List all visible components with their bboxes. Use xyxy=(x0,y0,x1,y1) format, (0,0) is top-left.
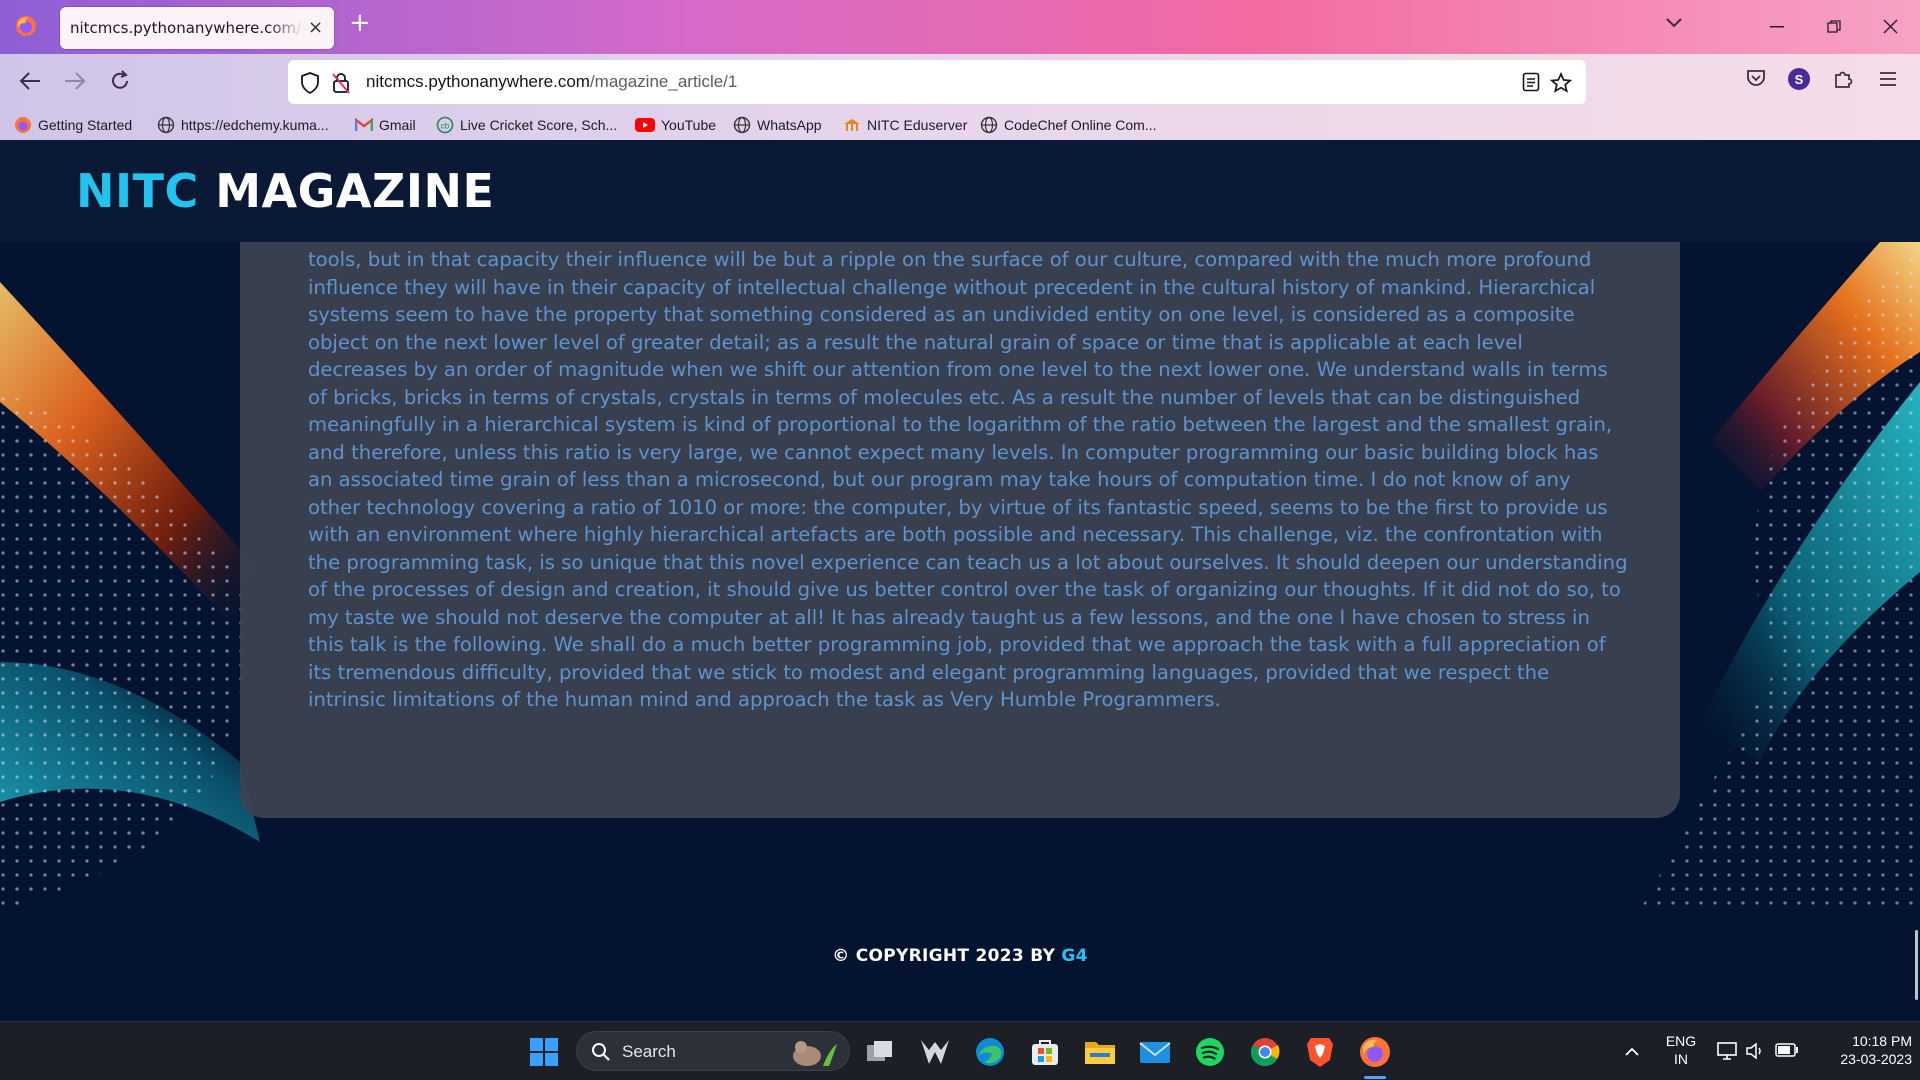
clock-date: 23-03-2023 xyxy=(1840,1051,1912,1067)
language-indicator[interactable]: ENG IN xyxy=(1664,1032,1698,1068)
windows-taskbar: Search ENG IN 10:18 PM 23-03-2023 xyxy=(0,1021,1920,1080)
gmail-icon xyxy=(355,118,373,131)
clock[interactable]: 10:18 PM 23-03-2023 xyxy=(1812,1032,1912,1068)
article-card: tools, but in that capacity their influe… xyxy=(240,242,1680,818)
bookmark-youtube[interactable]: YouTube xyxy=(635,114,716,136)
site-footer: © COPYRIGHT 2023 BY G4 xyxy=(0,910,1920,1021)
bookmark-label: NITC Eduserver xyxy=(867,117,968,133)
bookmark-nitc-eduserver[interactable]: NITC Eduserver xyxy=(843,114,967,136)
navigation-toolbar: nitcmcs.pythonanywhere.com/magazine_arti… xyxy=(0,54,1920,110)
chrome-icon[interactable] xyxy=(1247,1034,1283,1070)
bookmarks-toolbar: Getting Started https://edchemy.kuma... … xyxy=(0,110,1920,140)
firefox-taskbar-icon[interactable] xyxy=(1357,1034,1393,1070)
site-header: NITC MAGAZINE xyxy=(0,140,1920,242)
globe-icon xyxy=(157,116,175,134)
network-icon[interactable] xyxy=(1717,1041,1739,1061)
copyright-prefix: © COPYRIGHT 2023 BY xyxy=(832,946,1062,966)
mail-icon[interactable] xyxy=(1137,1034,1173,1070)
predator-app-icon[interactable] xyxy=(917,1034,953,1070)
bookmark-whatsapp[interactable]: WhatsApp xyxy=(733,114,822,136)
firefox-icon xyxy=(15,117,31,133)
forward-arrow-icon[interactable] xyxy=(63,70,87,92)
svg-text:cb: cb xyxy=(441,122,450,131)
page-scrollbar[interactable] xyxy=(1915,930,1918,1000)
brave-icon[interactable] xyxy=(1302,1034,1338,1070)
youtube-icon xyxy=(635,118,655,132)
windows-start-icon[interactable] xyxy=(526,1034,562,1070)
bookmark-codechef[interactable]: CodeChef Online Com... xyxy=(980,114,1157,136)
bookmark-label: YouTube xyxy=(661,117,717,133)
account-avatar-icon[interactable]: S xyxy=(1787,67,1811,91)
edge-browser-icon[interactable] xyxy=(972,1034,1008,1070)
address-bar[interactable]: nitcmcs.pythonanywhere.com/magazine_arti… xyxy=(288,60,1586,104)
eduserver-icon xyxy=(844,119,860,131)
search-icon xyxy=(592,1043,610,1061)
bookmark-getting-started[interactable]: Getting Started xyxy=(14,114,132,136)
battery-icon[interactable] xyxy=(1775,1043,1799,1057)
taskbar-search-box[interactable]: Search xyxy=(576,1031,850,1071)
site-logo[interactable]: NITC MAGAZINE xyxy=(76,164,494,218)
tab-title: nitcmcs.pythonanywhere.com/magazine_arti… xyxy=(70,19,304,37)
web-page: NITC MAGAZINE tools, but in that capacit… xyxy=(0,140,1920,1021)
article-body-text: tools, but in that capacity their influe… xyxy=(308,248,1628,711)
window-close-icon[interactable] xyxy=(1883,19,1898,34)
search-label: Search xyxy=(622,1042,676,1061)
browser-tab-strip: nitcmcs.pythonanywhere.com/magazine_arti… xyxy=(0,0,1920,54)
search-highlight-icon xyxy=(793,1041,837,1066)
new-tab-icon[interactable]: + xyxy=(349,10,371,36)
bookmark-label: WhatsApp xyxy=(757,117,822,133)
copyright-text: © COPYRIGHT 2023 BY G4 xyxy=(0,946,1920,966)
bookmark-edchemy[interactable]: https://edchemy.kuma... xyxy=(157,114,329,136)
clock-time: 10:18 PM xyxy=(1852,1033,1912,1049)
logo-main-text: MAGAZINE xyxy=(215,164,495,218)
bookmark-label: Getting Started xyxy=(38,117,133,133)
language-line2: IN xyxy=(1674,1051,1688,1067)
insecure-lock-icon[interactable] xyxy=(332,72,350,94)
url-path: /magazine_article/1 xyxy=(589,72,738,91)
copyright-author-link[interactable]: G4 xyxy=(1061,946,1087,966)
shield-icon[interactable] xyxy=(300,72,320,94)
minimize-icon[interactable] xyxy=(1770,26,1784,28)
account-initial: S xyxy=(1795,72,1804,87)
url-text[interactable]: nitcmcs.pythonanywhere.com/magazine_arti… xyxy=(366,72,737,92)
back-arrow-icon[interactable] xyxy=(18,70,42,92)
bookmark-star-icon[interactable] xyxy=(1550,72,1572,94)
reader-view-icon[interactable] xyxy=(1522,72,1540,92)
hamburger-menu-icon[interactable] xyxy=(1879,71,1897,87)
active-app-indicator xyxy=(1364,1076,1386,1079)
globe-icon xyxy=(980,116,998,134)
extensions-puzzle-icon[interactable] xyxy=(1833,67,1855,89)
bookmark-label: https://edchemy.kuma... xyxy=(181,117,329,133)
bookmark-gmail[interactable]: Gmail xyxy=(355,114,416,136)
reload-icon[interactable] xyxy=(108,69,132,93)
spotify-icon[interactable] xyxy=(1192,1034,1228,1070)
language-line1: ENG xyxy=(1665,1033,1697,1049)
file-explorer-icon[interactable] xyxy=(1082,1034,1118,1070)
bookmark-label: Live Cricket Score, Sch... xyxy=(460,117,618,133)
url-domain: nitcmcs.pythonanywhere.com xyxy=(366,72,590,91)
volume-icon[interactable] xyxy=(1745,1041,1765,1061)
task-view-icon[interactable] xyxy=(862,1034,898,1070)
chevron-up-icon[interactable] xyxy=(1624,1047,1640,1057)
restore-icon[interactable] xyxy=(1827,20,1841,34)
microsoft-store-icon[interactable] xyxy=(1027,1034,1063,1070)
bookmark-cricbuzz[interactable]: cb Live Cricket Score, Sch... xyxy=(436,114,617,136)
bookmark-label: CodeChef Online Com... xyxy=(1004,117,1157,133)
globe-icon xyxy=(733,116,751,134)
logo-accent-text: NITC xyxy=(76,164,199,218)
bookmark-label: Gmail xyxy=(379,117,416,133)
close-icon[interactable]: × xyxy=(308,17,323,38)
pocket-icon[interactable] xyxy=(1745,67,1767,89)
browser-tab-active[interactable]: nitcmcs.pythonanywhere.com/magazine_arti… xyxy=(60,7,334,49)
cricbuzz-icon: cb xyxy=(436,116,454,134)
chevron-down-icon[interactable] xyxy=(1664,16,1684,30)
firefox-icon[interactable] xyxy=(14,14,38,38)
